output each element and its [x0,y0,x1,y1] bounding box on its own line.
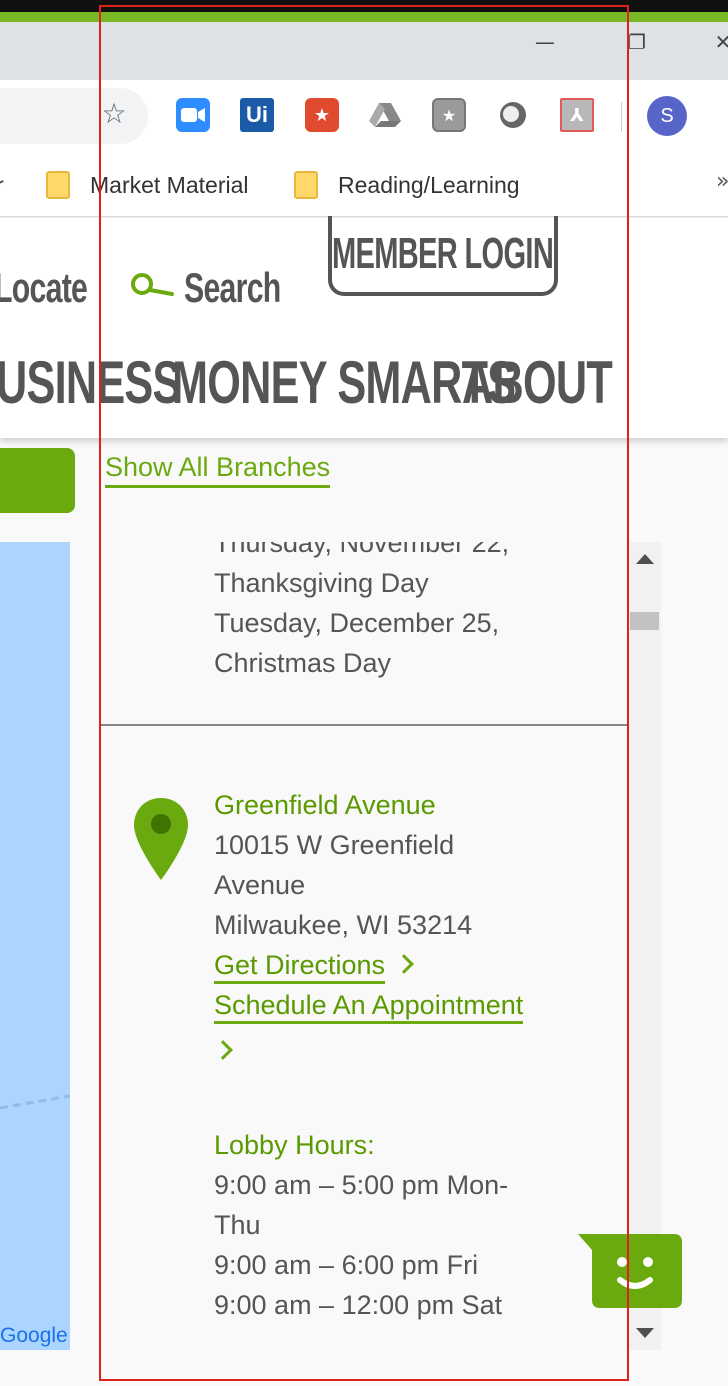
get-directions-label: Get Directions [214,950,386,984]
title-bar: — ❐ ✕ [0,22,728,80]
locate-link[interactable]: Locate [0,264,88,312]
scroll-down-arrow-icon[interactable] [636,1328,654,1338]
bookmark-folder-market-material[interactable]: Market Material [46,167,248,203]
folder-icon [46,171,70,199]
bookmark-plus-icon[interactable]: ★ [305,98,339,132]
hours-line: Thu [214,1210,261,1240]
member-login-label: MEMBER LOGIN [332,229,554,278]
site-accent-bar [0,12,728,22]
scroll-up-arrow-icon[interactable] [636,554,654,564]
site-header: Locate Search MEMBER LOGIN USINESS MONEY… [0,216,728,438]
panel-scrollbar[interactable] [628,542,661,1350]
uipath-icon[interactable]: Ui [240,98,274,132]
lobby-hours-title: Lobby Hours: [214,1130,375,1160]
zoom-icon[interactable] [176,98,210,132]
branch-city-line: Milwaukee, WI 53214 [214,910,473,940]
nav-business[interactable]: USINESS [0,348,181,417]
pdf-icon[interactable]: ⅄ [560,98,594,132]
schedule-appointment-chevron[interactable] [204,1036,233,1067]
holiday-line: Tuesday, December 25, [214,608,500,638]
bookmarks-bar: r Market Material Reading/Learning » [0,155,728,217]
bookmark-item[interactable]: r [0,167,4,203]
get-directions-link[interactable]: Get Directions [214,950,414,984]
reader-icon[interactable]: ★ [432,98,466,132]
map-attribution: Google [0,1324,68,1347]
hours-line: 9:00 am – 5:00 pm Mon- [214,1170,509,1200]
chevron-right-icon [394,954,414,974]
hours-line: 9:00 am – 6:00 pm Fri [214,1250,479,1280]
nav-about[interactable]: ABOUT [462,348,613,417]
bookmarks-overflow-icon[interactable]: » [716,169,728,194]
bookmark-folder-reading-learning[interactable]: Reading/Learning [294,167,520,203]
branch-locator-content: Google Show All Branches Thursday, Novem… [0,438,728,1386]
screen-top-bar [0,0,728,12]
drive-icon[interactable] [368,98,402,132]
browser-window: — ❐ ✕ ☆ Ui ★ ★ ⅄ S r [0,0,728,1386]
holiday-line: Christmas Day [214,648,392,678]
branch-name[interactable]: Greenfield Avenue [214,790,436,821]
branch-address-line: 10015 W Greenfield [214,830,455,860]
location-pin-icon [134,798,188,880]
branch-address-line: Avenue [214,870,306,900]
member-login-button[interactable]: MEMBER LOGIN [328,216,558,296]
green-action-button[interactable] [0,448,75,513]
map-view[interactable] [0,542,70,1350]
circle-icon[interactable] [496,98,530,132]
minimize-button[interactable]: — [522,22,568,62]
folder-icon [294,171,318,199]
chat-bot-icon[interactable] [578,1234,682,1310]
schedule-appointment-link[interactable]: Schedule An Appointment [214,990,524,1024]
show-all-branches-link[interactable]: Show All Branches [105,452,331,488]
search-link[interactable]: Search [184,264,281,312]
search-icon[interactable] [130,270,174,300]
bookmark-star-icon[interactable]: ☆ [98,98,130,130]
bookmark-label: Reading/Learning [338,171,520,198]
chevron-right-icon [213,1040,233,1060]
bookmark-label: Market Material [90,171,249,198]
holiday-line: Thursday, November 22, [214,542,510,558]
toolbar-separator [621,102,622,132]
holiday-line: Thanksgiving Day [214,568,429,598]
profile-avatar[interactable]: S [647,96,687,136]
close-button[interactable]: ✕ [700,22,728,62]
branch-divider [100,724,628,726]
hours-line: 9:00 am – 12:00 pm Sat [214,1290,503,1320]
map-road [0,1094,70,1110]
scroll-thumb[interactable] [630,612,659,630]
restore-button[interactable]: ❐ [614,22,660,62]
browser-toolbar: ☆ Ui ★ ★ ⅄ S [0,80,728,155]
bookmark-label: r [0,172,4,199]
branch-list-panel[interactable]: Thursday, November 22, Thanksgiving Day … [100,542,628,1350]
schedule-appointment-label: Schedule An Appointment [214,990,524,1024]
